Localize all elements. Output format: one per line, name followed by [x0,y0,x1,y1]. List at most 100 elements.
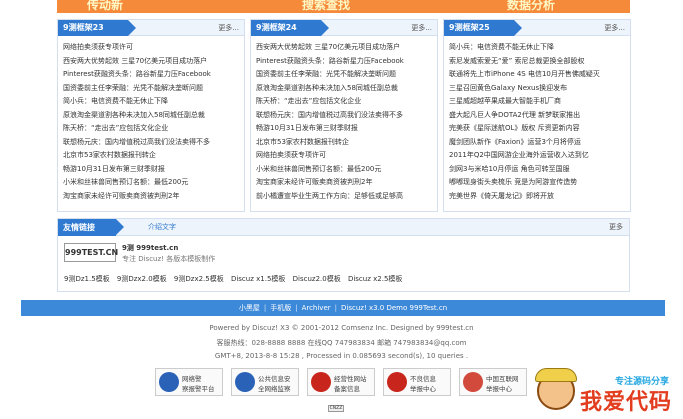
box-title[interactable]: 9测框架25 [444,20,522,36]
text-link[interactable]: Discuz x2.5模板 [348,275,402,283]
powered-by: Powered by Discuz! X3 © 2001-2012 Comsen… [209,324,474,332]
report-badge[interactable]: 不良信息 举报中心 [383,368,451,396]
friend-links-panel: 友情链接 介绍文字 更多 999TEST.CN 9测 999test.cn 专注… [57,218,630,292]
shield-icon [235,372,255,392]
article-link[interactable]: 小米和丝袜兽同售预订名额：最低200元 [256,163,437,177]
footer-link-blackroom[interactable]: 小黑屋 [239,304,260,312]
article-link[interactable]: 小米和丝袜兽同售预订名额：最低200元 [63,176,244,190]
badge-label: 备案信息 [334,385,360,393]
article-box-24: 9测框架24 更多... 西安两大优势起效 三星70亿美元项目成功落户 Pint… [250,19,438,212]
article-link[interactable]: 原浪淘金渠道割各种未决加入58同城任副总裁 [256,82,437,96]
article-link[interactable]: 西安两大优势起效 三星70亿美元项目成功落户 [256,41,437,55]
article-link[interactable]: 陈天桥：“走出去”应包括文化企业 [256,95,437,109]
text-link[interactable]: Discuz x1.5模板 [231,275,285,283]
box-header: 9测框架25 更多... [444,20,630,36]
filing-badge[interactable]: 经营性网站 备案信息 [307,368,375,396]
badge-label: 举报中心 [486,385,512,393]
article-link[interactable]: 三星召回黄色Galaxy Nexus换迎发布 [449,82,630,96]
article-link[interactable]: 前小橘遭宣毕业生两工作方向：足够低或足够高 [256,190,437,204]
cnzz-stats-icon[interactable]: CNZZ [328,405,344,412]
article-link[interactable]: 联想杨元庆：国内增值税过高我们没法卖得不多 [63,136,244,150]
text-link[interactable]: 9测Dzx2.5模板 [174,275,224,283]
police-badge[interactable]: 网络警 察报警平台 [155,368,223,396]
article-box-25: 9测框架25 更多... 简小兵：电信资费不能无休止下降 索尼发威索爱无“爱” … [443,19,631,212]
article-link[interactable]: 完美世界《倚天屠龙记》即将开放 [449,190,630,204]
badge-label: 网络警 [182,375,202,383]
article-link[interactable]: Pinterest获融资头条：路谷新星力压Facebook [256,55,437,69]
article-link[interactable]: 网络拍卖须获专项许可 [63,41,244,55]
emblem-icon [311,372,331,392]
article-link[interactable]: 简小兵：电信资费不能无休止下降 [449,41,630,55]
article-link[interactable]: Pinterest获融资头条：路谷新星力压Facebook [63,68,244,82]
watermark: 专注源码分享 我爱代码 [535,366,683,419]
article-link[interactable]: 联想杨元庆：国内增值税过高我们没法卖得不多 [256,109,437,123]
article-link[interactable]: 索尼发威索爱无“爱” 索尼总裁更换全部股权 [449,55,630,69]
article-link[interactable]: 魔剑团队新作《Faxion》运营3个月将停运 [449,136,630,150]
article-link[interactable]: 北京市53家农村数据报刊转企 [256,136,437,150]
text-link[interactable]: Discuz2.0模板 [293,275,341,283]
site-name-link[interactable]: 9测 999test.cn [122,243,178,253]
internet-report-badge[interactable]: 中国互联网 举报中心 [459,368,527,396]
article-link[interactable]: 简小兵：电信资费不能无休止下降 [63,95,244,109]
article-link[interactable]: 畅游10月31日发布第三财季财报 [63,163,244,177]
article-link[interactable]: 北京市53家农村数据报刊转企 [63,149,244,163]
badge-label: 察报警平台 [182,385,215,393]
article-link[interactable]: 三星威超越苹果成最大智能手机厂商 [449,95,630,109]
site-description: 专注 Discuz! 各版本模板制作 [122,255,216,263]
more-link[interactable]: 更多... [411,20,432,36]
badge-label: 全网络监察 [258,385,291,393]
more-link[interactable]: 更多 [609,219,623,236]
badge-label: 经营性网站 [334,375,367,383]
links-intro-tab[interactable]: 介绍文字 [148,219,176,236]
more-link[interactable]: 更多... [218,20,239,36]
links-title[interactable]: 友情链接 [58,219,124,236]
article-link[interactable]: 盛大起凡巨人争DOTA2代理 新梦联家推出 [449,109,630,123]
article-link[interactable]: 2011年Q2中国网游企业海外运营收入达到亿 [449,149,630,163]
article-link[interactable]: 国资委前主任李荣融：光凭不能解决垄断问题 [63,82,244,96]
security-badge[interactable]: 公共信息安 全网络监察 [231,368,299,396]
text-link[interactable]: 9测Dz1.5模板 [64,275,110,283]
straw-hat-icon [535,368,577,382]
police-icon [159,372,179,392]
gmt-info: GMT+8, 2013-8-8 15:28 , Processed in 0.0… [214,352,469,360]
report-icon [387,372,407,392]
box-title[interactable]: 9测框架23 [58,20,136,36]
separator: | [263,304,267,312]
banner-text: 搜索查找 [302,0,351,12]
article-list: 简小兵：电信资费不能无休止下降 索尼发威索爱无“爱” 索尼总裁更换全部股权 联通… [444,36,630,203]
banner-text: 数据分析 [507,0,556,12]
box-header: 9测框架24 更多... [251,20,437,36]
contact-info: 客服热线：028-8888 8888 在线QQ 747983834 邮箱 747… [216,339,467,347]
badge-label: 举报中心 [410,385,436,393]
footer-link-demo[interactable]: Discuz! x3.0 Demo 999Test.cn [341,304,447,312]
article-link[interactable]: 联通将先上市iPhone 4S 电信10月开售佛威疑灭 [449,68,630,82]
site-logo[interactable]: 999TEST.CN [64,243,119,262]
article-list: 西安两大优势起效 三星70亿美元项目成功落户 Pinterest获融资头条：路谷… [251,36,437,203]
top-banner: 传动新 搜索查找 数据分析 [57,0,630,13]
site-logo-text: 999TEST.CN [65,248,119,257]
article-link[interactable]: 嘟嘟现身街头卖梳乐 竞是为阿游宣传造势 [449,176,630,190]
article-link[interactable]: 畅游10月31日发布第三财季财报 [256,122,437,136]
footer-link-archiver[interactable]: Archiver [302,304,331,312]
box-title[interactable]: 9测框架24 [251,20,329,36]
badge-label: 不良信息 [410,375,436,383]
article-link[interactable]: 国资委前主任李荣融：光凭不能解决垄断问题 [256,68,437,82]
article-link[interactable]: 剑网3与米哈10月停运 角色可转至国服 [449,163,630,177]
article-link[interactable]: 淘宝商家未经许可贩卖商资被判刑2年 [63,190,244,204]
box-header: 9测框架23 更多... [58,20,244,36]
banner-text: 传动新 [87,0,124,12]
article-link[interactable]: 原浪淘金渠道割各种未决加入58同城任副总裁 [63,109,244,123]
separator: | [334,304,337,312]
more-link[interactable]: 更多... [604,20,625,36]
flower-icon [463,372,483,392]
article-link[interactable]: 完美获《星际迷航OL》版权 斥资更新内容 [449,122,630,136]
footer-link-mobile[interactable]: 手机版 [270,304,291,312]
text-link[interactable]: 9测Dzx2.0模板 [117,275,167,283]
separator: | [295,304,298,312]
article-box-23: 9测框架23 更多... 网络拍卖须获专项许可 西安两大优势起效 三星70亿美元… [57,19,245,212]
article-link[interactable]: 陈天桥：“走出去”应包括文化企业 [63,122,244,136]
article-link[interactable]: 淘宝商家未经许可贩卖商资被判刑2年 [256,176,437,190]
article-link[interactable]: 网络拍卖须获专项许可 [256,149,437,163]
article-link[interactable]: 西安两大优势起效 三星70亿美元项目成功落户 [63,55,244,69]
text-links: 9测Dz1.5模板 9测Dzx2.0模板 9测Dzx2.5模板 Discuz x… [64,274,407,284]
